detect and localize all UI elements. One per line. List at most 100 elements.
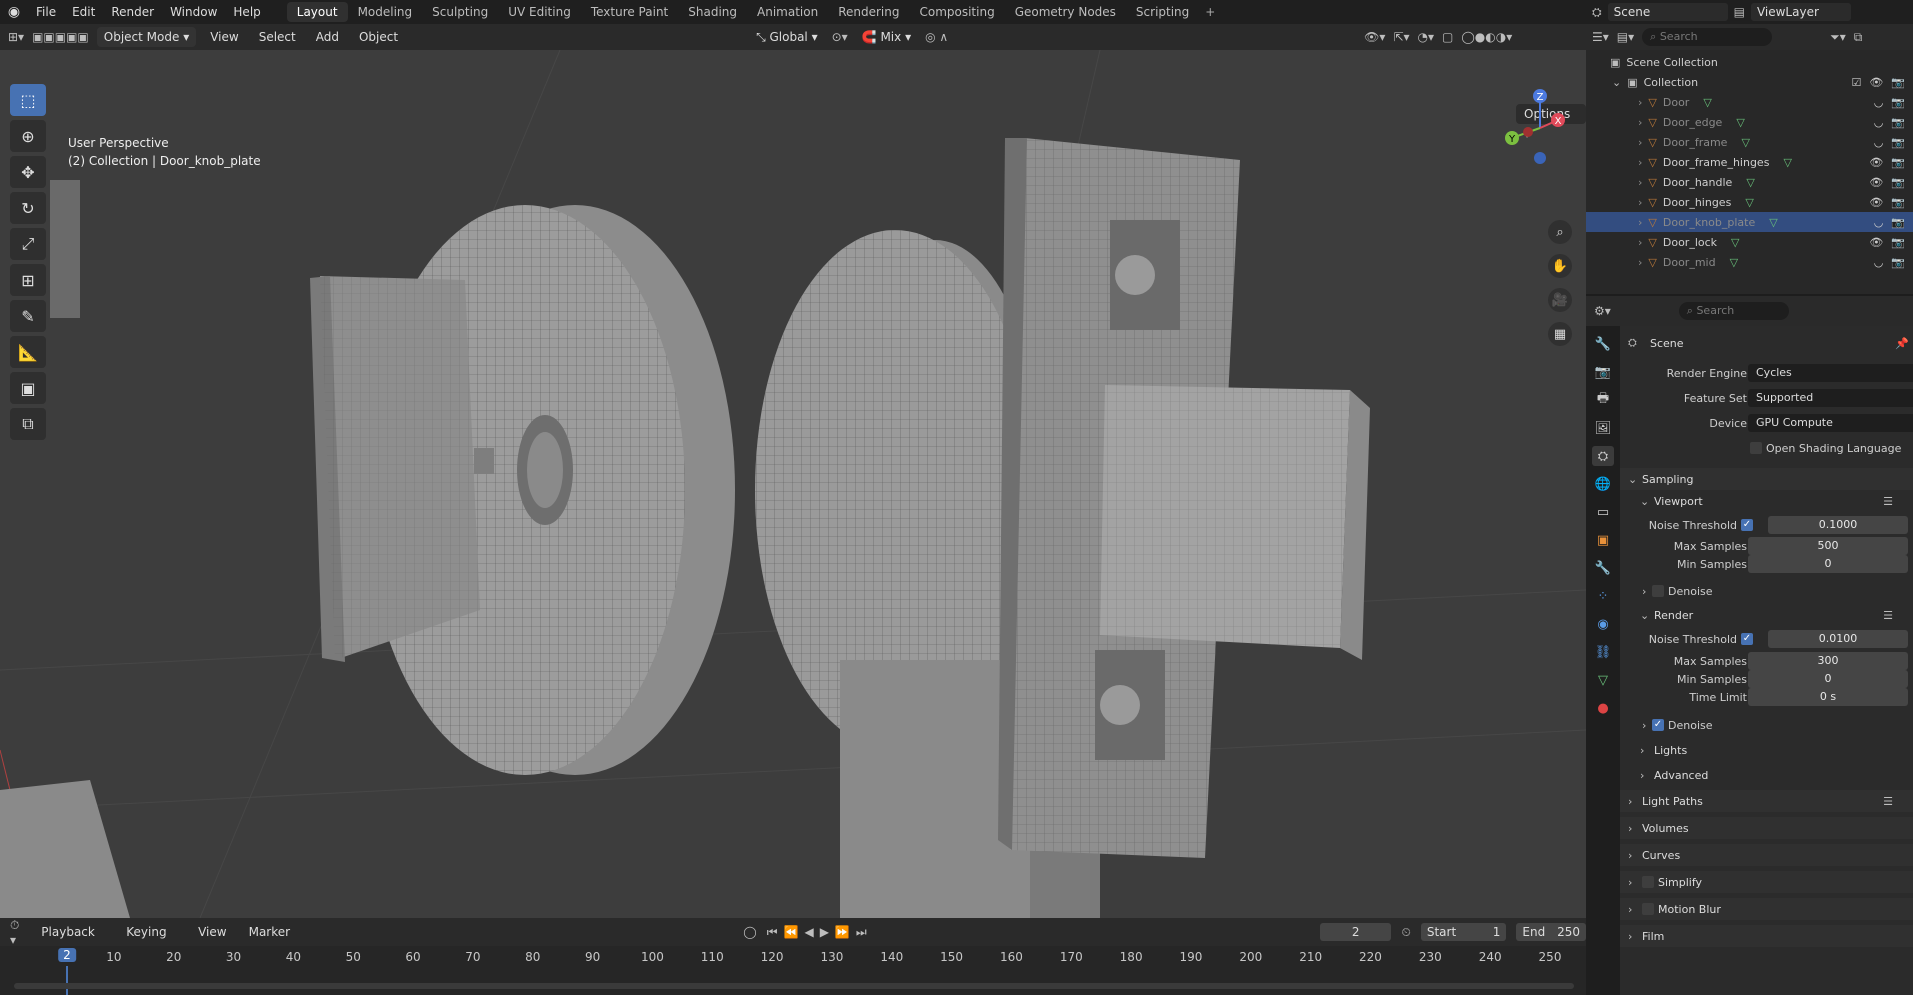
tab-scripting[interactable]: Scripting	[1126, 2, 1199, 22]
viewport-min-samples-field[interactable]: 0	[1748, 555, 1908, 573]
pin-icon[interactable]: 📌	[1895, 337, 1909, 350]
menu-render[interactable]: Render	[103, 5, 162, 19]
proportional-edit-icon[interactable]: ◎ ∧	[925, 30, 948, 44]
properties-editor-icon[interactable]: ⚙▾	[1594, 304, 1611, 318]
simplify-panel[interactable]: › Simplify	[1620, 871, 1913, 893]
outliner-item[interactable]: › ▽ Door_knob_plate ▽ ◡ 📷	[1586, 212, 1913, 232]
ortho-grid-icon[interactable]: ▦	[1548, 322, 1572, 346]
outliner-search[interactable]: ⌕ Search	[1642, 28, 1773, 46]
stopwatch-icon[interactable]: ⏲	[1401, 925, 1410, 940]
timeline-ruler[interactable]: 2 10 20 30 40 50 60 70 80 90 100 110 120 130 140 150 16…	[0, 946, 1586, 995]
eye-icon[interactable]: 👁	[1869, 156, 1883, 169]
motion-blur-checkbox[interactable]	[1642, 903, 1654, 915]
expand-item-icon[interactable]: ›	[1638, 256, 1642, 269]
feature-set-dropdown[interactable]: Supported	[1748, 389, 1913, 407]
eye-icon[interactable]: 👁	[1869, 196, 1883, 209]
camera-icon[interactable]: 📷	[1891, 196, 1905, 209]
menu-keying[interactable]: Keying ▾	[120, 922, 182, 959]
camera-icon[interactable]: 📷	[1891, 116, 1905, 129]
playback-controls[interactable]: ⏮⏪◀▶⏩⏭	[767, 925, 873, 940]
render-noise-threshold-field[interactable]: 0.0100	[1768, 630, 1908, 648]
tab-layout[interactable]: Layout	[286, 2, 348, 22]
outliner-item[interactable]: › ▽ Door_mid ▽ ◡ 📷	[1586, 252, 1913, 272]
scene-collection-row[interactable]: ▣ Scene Collection	[1586, 52, 1913, 72]
zoom-icon[interactable]: ⌕	[1548, 220, 1572, 244]
expand-item-icon[interactable]: ›	[1638, 156, 1642, 169]
tab-rendering[interactable]: Rendering	[828, 2, 909, 22]
measure-tool-icon[interactable]: 📐	[10, 336, 46, 368]
tab-shading[interactable]: Shading	[678, 2, 747, 22]
outliner-item[interactable]: › ▽ Door_handle ▽ 👁 📷	[1586, 172, 1913, 192]
render-subpanel-header[interactable]: ⌄ Render ☰	[1620, 604, 1913, 626]
new-collection-icon[interactable]: ⧉	[1854, 30, 1863, 45]
collection-tab-icon[interactable]: ▭	[1592, 502, 1614, 522]
current-frame-field[interactable]: 2	[1319, 923, 1392, 941]
menu-view[interactable]: View	[204, 27, 244, 47]
camera-icon[interactable]: 📷	[1891, 236, 1905, 249]
world-tab-icon[interactable]: 🌐	[1592, 474, 1614, 494]
expand-item-icon[interactable]: ›	[1638, 136, 1642, 149]
expand-item-icon[interactable]: ›	[1638, 216, 1642, 229]
physics-tab-icon[interactable]: ◉	[1592, 614, 1614, 634]
add-workspace-icon[interactable]: +	[1199, 2, 1221, 22]
menu-playback[interactable]: Playback ▾	[35, 922, 110, 959]
end-frame-field[interactable]: End 250	[1516, 923, 1586, 941]
properties-search[interactable]: ⌕ Search	[1678, 302, 1789, 320]
viewport-denoise-row[interactable]: › Denoise	[1620, 580, 1913, 602]
viewport-noise-threshold-field[interactable]: 0.1000	[1768, 516, 1908, 534]
view-layer-tab-icon[interactable]: 🖼	[1592, 418, 1614, 438]
light-paths-panel[interactable]: › Light Paths ☰	[1620, 790, 1913, 812]
tab-texture-paint[interactable]: Texture Paint	[581, 2, 678, 22]
pan-hand-icon[interactable]: ✋	[1548, 254, 1572, 278]
simplify-checkbox[interactable]	[1642, 876, 1654, 888]
timeline-editor-icon[interactable]: ⏱▾	[10, 918, 25, 947]
render-tab-icon[interactable]: 📷	[1592, 362, 1614, 382]
tab-animation[interactable]: Animation	[747, 2, 828, 22]
menu-timeline-view[interactable]: View	[192, 922, 232, 942]
filter-icon[interactable]: ⏷▾	[1830, 30, 1846, 45]
viewlayer-icon[interactable]: ▤	[1734, 5, 1745, 19]
start-frame-field[interactable]: Start 1	[1420, 923, 1507, 941]
visibility-icon[interactable]: 👁▾	[1364, 30, 1385, 44]
transform-tool-icon[interactable]: ⊞	[10, 264, 46, 296]
add-object-tool-icon[interactable]: ⧉	[10, 408, 46, 440]
viewport-denoise-checkbox[interactable]	[1652, 585, 1664, 597]
tab-sculpting[interactable]: Sculpting	[422, 2, 498, 22]
menu-window[interactable]: Window	[162, 5, 225, 19]
motion-blur-panel[interactable]: › Motion Blur	[1620, 898, 1913, 920]
playhead-line[interactable]	[66, 966, 68, 995]
menu-object[interactable]: Object	[353, 27, 404, 47]
eye-closed-icon[interactable]: ◡	[1874, 216, 1884, 229]
eye-closed-icon[interactable]: ◡	[1874, 96, 1884, 109]
select-mode-icons[interactable]: ▣▣▣▣▣	[32, 30, 89, 44]
menu-help[interactable]: Help	[225, 5, 268, 19]
expand-item-icon[interactable]: ›	[1638, 96, 1642, 109]
camera-icon[interactable]: 📷	[1891, 156, 1905, 169]
viewport-presets-icon[interactable]: ☰	[1883, 495, 1893, 508]
outliner-item[interactable]: › ▽ Door_edge ▽ ◡ 📷	[1586, 112, 1913, 132]
3d-viewport[interactable]: User Perspective (2) Collection | Door_k…	[0, 50, 1586, 918]
tool-tab-icon[interactable]: 🔧	[1592, 334, 1614, 354]
camera-icon[interactable]: 📷	[1891, 76, 1905, 89]
scene-tab-icon[interactable]: ⛭	[1592, 446, 1614, 466]
add-cube-tool-icon[interactable]: ▣	[10, 372, 46, 404]
eye-closed-icon[interactable]: ◡	[1874, 256, 1884, 269]
camera-icon[interactable]: 📷	[1891, 216, 1905, 229]
outliner-item[interactable]: › ▽ Door_frame_hinges ▽ 👁 📷	[1586, 152, 1913, 172]
select-box-tool-icon[interactable]: ⬚	[10, 84, 46, 116]
overlay-icon[interactable]: ◔▾	[1418, 30, 1435, 44]
device-dropdown[interactable]: GPU Compute	[1748, 414, 1913, 432]
outliner-item[interactable]: › ▽ Door_hinges ▽ 👁 📷	[1586, 192, 1913, 212]
shading-modes-icon[interactable]: ◯●◐◑▾	[1461, 30, 1512, 44]
camera-icon[interactable]: 📷	[1891, 256, 1905, 269]
advanced-subpanel[interactable]: › Advanced	[1620, 764, 1913, 786]
film-panel[interactable]: › Film	[1620, 925, 1913, 947]
snap-dropdown[interactable]: 🧲 Mix ▾	[856, 27, 917, 47]
cursor-tool-icon[interactable]: ⊕	[10, 120, 46, 152]
menu-add[interactable]: Add	[310, 27, 345, 47]
tab-geometry-nodes[interactable]: Geometry Nodes	[1005, 2, 1126, 22]
particles-tab-icon[interactable]: ⁘	[1592, 586, 1614, 606]
scene-field[interactable]: Scene	[1607, 3, 1728, 21]
osl-checkbox[interactable]	[1750, 442, 1762, 454]
editor-type-icon[interactable]: ⊞▾	[8, 30, 24, 44]
